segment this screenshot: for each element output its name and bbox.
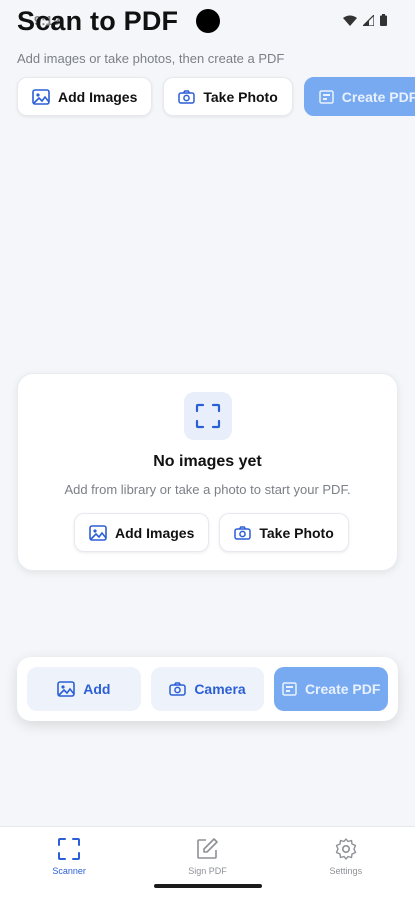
camera-icon <box>178 89 196 104</box>
wifi-icon <box>343 15 357 26</box>
camera-icon <box>234 525 252 540</box>
empty-state-actions: Add Images Take Photo <box>74 513 349 552</box>
empty-take-photo-label: Take Photo <box>259 524 334 541</box>
add-images-button[interactable]: Add Images <box>17 77 153 116</box>
create-pdf-label: Create PDF <box>341 88 415 105</box>
signal-icon <box>363 14 374 26</box>
scan-frame-icon <box>195 403 221 429</box>
pdf-icon <box>282 682 297 696</box>
toolbar-camera-label: Camera <box>194 681 246 697</box>
pdf-icon <box>319 89 334 104</box>
add-images-label: Add Images <box>58 88 138 105</box>
empty-state-text: Add from library or take a photo to star… <box>64 482 351 497</box>
edit-square-icon <box>197 838 219 859</box>
status-icons <box>343 14 387 26</box>
nav-item-settings[interactable]: Settings <box>277 827 415 901</box>
nav-label-sign-pdf: Sign PDF <box>188 866 227 876</box>
bottom-nav: Scanner Sign PDF Settings <box>0 826 415 901</box>
page-subtitle: Add images or take photos, then create a… <box>17 51 285 66</box>
gear-icon <box>335 838 357 860</box>
image-icon <box>57 681 76 697</box>
image-icon <box>32 88 50 105</box>
home-indicator[interactable] <box>154 884 262 888</box>
empty-state-card: No images yet Add from library or take a… <box>17 373 398 571</box>
camera-cutout <box>196 9 220 33</box>
image-icon <box>89 524 107 541</box>
page-title: Scan to PDF <box>17 6 179 36</box>
top-action-bar: Add Images Take Photo Create PDF <box>17 77 415 116</box>
toolbar-add-label: Add <box>83 681 111 697</box>
toolbar-add-button[interactable]: Add <box>27 667 141 711</box>
camera-icon <box>169 682 187 696</box>
scan-frame-icon <box>58 838 81 860</box>
take-photo-button[interactable]: Take Photo <box>163 77 293 116</box>
nav-label-scanner: Scanner <box>52 866 86 876</box>
bottom-toolbar: Add Camera Create PDF <box>17 657 398 721</box>
toolbar-camera-button[interactable]: Camera <box>150 667 265 711</box>
battery-icon <box>380 14 387 26</box>
toolbar-create-pdf-label: Create PDF <box>304 681 381 697</box>
empty-state-title: No images yet <box>153 453 262 470</box>
nav-item-scanner[interactable]: Scanner <box>0 827 138 901</box>
nav-label-settings: Settings <box>329 866 363 876</box>
empty-add-images-button[interactable]: Add Images <box>74 513 210 552</box>
empty-take-photo-button[interactable]: Take Photo <box>219 513 349 552</box>
empty-add-images-label: Add Images <box>115 524 195 541</box>
toolbar-create-pdf-button[interactable]: Create PDF <box>274 667 389 711</box>
nav-item-sign-pdf[interactable]: Sign PDF <box>138 827 276 901</box>
create-pdf-button[interactable]: Create PDF <box>303 77 415 116</box>
take-photo-label: Take Photo <box>203 88 278 105</box>
empty-state-icon-box <box>184 392 232 440</box>
